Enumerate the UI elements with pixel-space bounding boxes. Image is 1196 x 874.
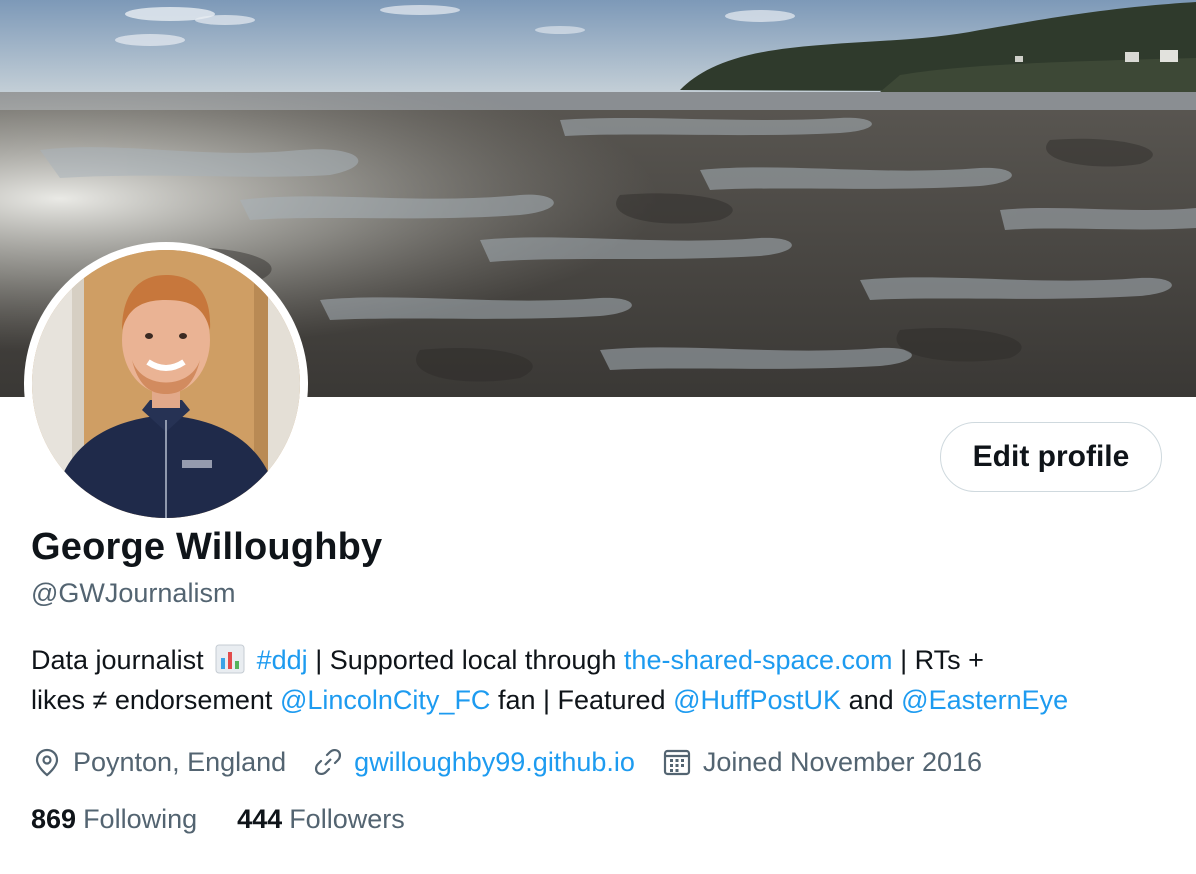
- avatar[interactable]: [24, 242, 308, 526]
- bio-mention-link[interactable]: @EasternEye: [901, 685, 1068, 715]
- bio-mention-link[interactable]: @HuffPostUK: [673, 685, 841, 715]
- profile-stats: 869 Following 444 Followers: [31, 804, 445, 835]
- bio-hashtag-link[interactable]: #ddj: [257, 645, 308, 675]
- profile-bio: Data journalist #ddj | Supported local t…: [31, 640, 1181, 720]
- bio-text: | Supported local through: [315, 645, 617, 675]
- profile-handle: @GWJournalism: [31, 578, 236, 608]
- link-icon: [312, 746, 344, 778]
- bio-text: likes ≠ endorsement: [31, 685, 273, 715]
- bio-text: fan | Featured: [497, 685, 666, 715]
- following-count: 869: [31, 804, 77, 834]
- calendar-icon: [661, 746, 693, 778]
- bar-chart-emoji-icon: [215, 644, 245, 674]
- profile-joined: Joined November 2016: [661, 746, 982, 778]
- profile-website[interactable]: gwilloughby99.github.io: [312, 746, 635, 778]
- following-label: Following: [83, 804, 198, 834]
- profile-name: George Willoughby: [31, 526, 383, 568]
- edit-profile-button[interactable]: Edit profile: [940, 422, 1162, 492]
- bio-text: and: [848, 685, 894, 715]
- avatar-photo: [32, 250, 300, 518]
- location-text: Poynton, England: [73, 746, 287, 777]
- profile-meta: Poynton, England gwilloughby99.github.io: [31, 742, 1008, 782]
- bio-text: | RTs +: [900, 645, 984, 675]
- followers-count: 444: [237, 804, 283, 834]
- joined-text: Joined November 2016: [702, 746, 983, 777]
- followers-label: Followers: [289, 804, 405, 834]
- website-link[interactable]: gwilloughby99.github.io: [354, 747, 635, 778]
- bio-text: Data journalist: [31, 645, 204, 675]
- following-link[interactable]: 869 Following: [31, 804, 197, 835]
- followers-link[interactable]: 444 Followers: [237, 804, 405, 835]
- location-pin-icon: [31, 746, 63, 778]
- profile-location: Poynton, England: [31, 746, 286, 778]
- bio-site-link[interactable]: the-shared-space.com: [624, 645, 893, 675]
- bio-mention-link[interactable]: @LincolnCity_FC: [280, 685, 490, 715]
